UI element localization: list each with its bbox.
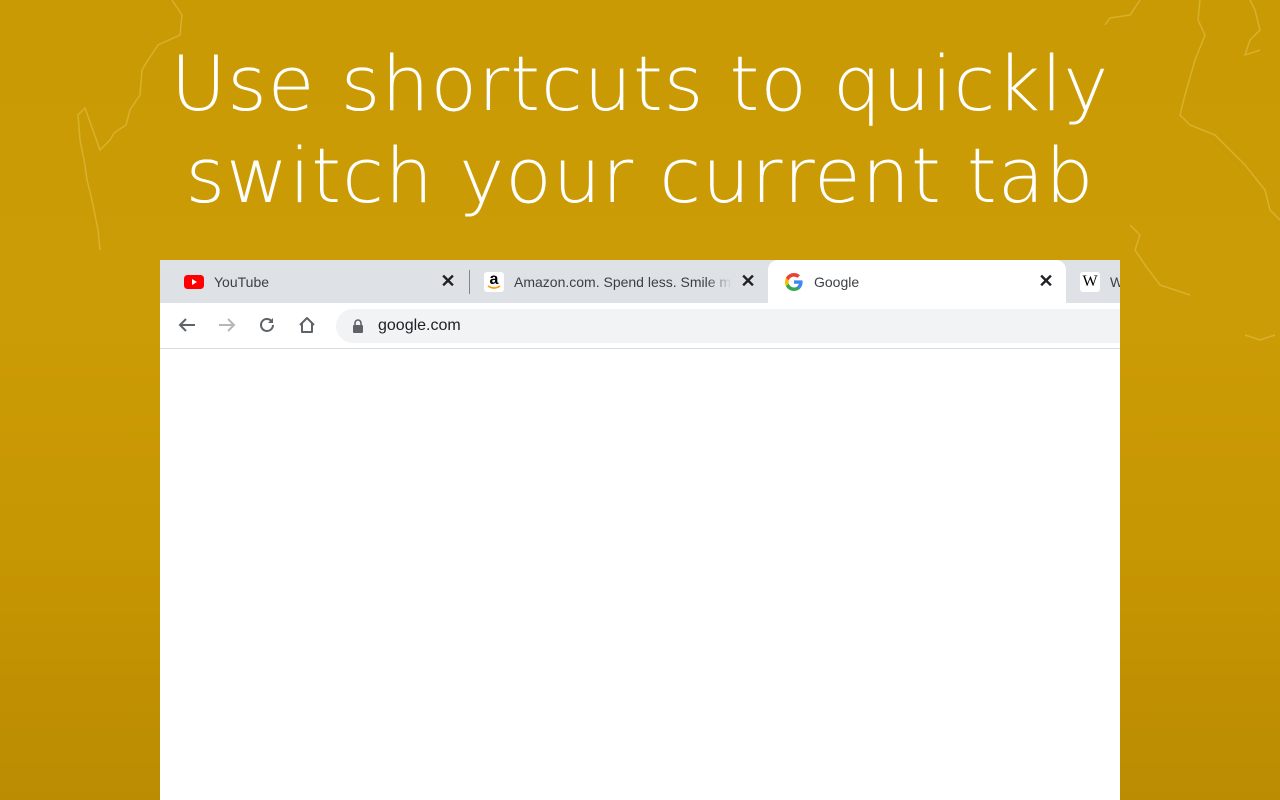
lock-icon[interactable] [350,318,366,334]
forward-icon [219,318,236,332]
browser-window: YouTube ✕ a Amazon.com. Spend less. Smil… [160,260,1120,800]
tab-title: Google [814,273,860,290]
url-text[interactable]: google.com [378,317,461,335]
tab-youtube[interactable]: YouTube ✕ [160,260,468,303]
close-tab-icon[interactable]: ✕ [1036,271,1056,291]
tab-amazon[interactable]: a Amazon.com. Spend less. Smile more. ✕ [470,260,768,303]
home-icon [299,317,315,333]
page-content [160,349,1120,800]
home-button[interactable] [295,313,319,337]
headline-line-1: Use shortcuts to quickly [170,39,1110,128]
youtube-icon [184,272,204,292]
headline: Use shortcuts to quickly switch your cur… [0,38,1280,222]
tab-strip: YouTube ✕ a Amazon.com. Spend less. Smil… [160,260,1120,303]
wikipedia-icon: W [1080,271,1100,292]
forward-button[interactable] [215,313,239,337]
close-tab-icon[interactable]: ✕ [438,271,458,291]
reload-button[interactable] [255,313,279,337]
address-bar[interactable]: google.com [336,309,1120,343]
tab-wikipedia[interactable]: W Wikipedia [1066,260,1120,303]
back-button[interactable] [175,313,199,337]
wikipedia-glyph: W [1082,272,1098,290]
toolbar: google.com [160,303,1120,349]
tab-title: Amazon.com. Spend less. Smile more. [514,273,732,290]
tab-title: YouTube [214,273,270,290]
back-icon [178,318,195,332]
google-icon [784,272,804,292]
close-tab-icon[interactable]: ✕ [738,271,758,291]
tab-google[interactable]: Google ✕ [768,260,1066,303]
headline-line-2: switch your current tab [185,131,1095,220]
amazon-icon: a [484,271,504,292]
reload-icon [260,318,274,332]
tab-title: Wikipedia [1110,273,1120,290]
